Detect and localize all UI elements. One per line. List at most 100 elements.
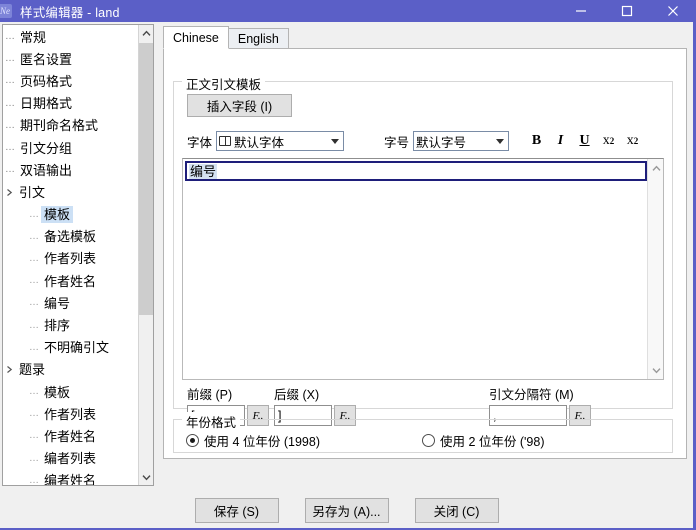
sidebar-item-3[interactable]: … 日期格式	[3, 93, 138, 115]
sidebar-item-17[interactable]: … 作者列表	[3, 403, 138, 425]
editor-scrollbar[interactable]	[647, 159, 663, 379]
font-size-value: 默认字号	[416, 135, 467, 150]
tab-chinese[interactable]: Chinese	[163, 26, 229, 49]
sidebar-scrollbar[interactable]	[138, 25, 153, 485]
sidebar-item-label: 编者列表	[44, 451, 97, 467]
sidebar-item-0[interactable]: … 常规	[3, 26, 138, 48]
underline-button[interactable]: U	[574, 131, 595, 152]
subscript-index: 2	[609, 136, 615, 146]
minimize-button[interactable]	[558, 0, 604, 22]
font-size-select[interactable]: 默认字号	[413, 131, 510, 151]
tree-twig: …	[29, 252, 39, 264]
template-field-token[interactable]: 编号	[189, 163, 218, 179]
main-panel: Chinese English 正文引文模板 插入字段 (I) 字体 默认字体	[158, 24, 692, 486]
sidebar-item-label: 不明确引文	[44, 340, 110, 356]
font-family-select[interactable]: 默认字体	[216, 131, 345, 151]
year-format-group: 年份格式 使用 4 位年份 (1998) 使用 2 位年份 ('98)	[173, 412, 673, 453]
settings-tree[interactable]: … 常规… 匿名设置… 页码格式… 日期格式… 期刊命名格式… 引文分组… 双语输出 引文… 模板…	[3, 25, 138, 485]
tab-english[interactable]: English	[227, 28, 289, 49]
sidebar-item-label: 编号	[44, 295, 71, 311]
window-title: 样式编辑器 - land	[20, 5, 120, 20]
sidebar-item-4[interactable]: … 期刊命名格式	[3, 115, 138, 137]
tree-twig: …	[29, 430, 39, 442]
tree-twig: …	[29, 386, 39, 398]
sidebar-item-8[interactable]: … 模板	[3, 204, 138, 226]
radio-four-digit-year-indicator[interactable]	[186, 434, 199, 447]
sidebar-item-label: 常规	[20, 29, 47, 45]
radio-two-digit-year[interactable]: 使用 2 位年份 ('98)	[422, 431, 545, 450]
superscript-index: 2	[633, 136, 639, 146]
sidebar-item-label: 引文	[19, 184, 46, 200]
dialog-footer: 保存 (S) 另存为 (A)... 关闭 (C)	[0, 492, 693, 528]
bold-button[interactable]: B	[526, 131, 547, 152]
font-size-label: 字号	[384, 135, 410, 150]
radio-two-digit-year-label: 使用 2 位年份 ('98)	[440, 435, 545, 449]
tree-twig: …	[29, 408, 39, 420]
font-family-value: 默认字体	[234, 135, 285, 150]
sidebar-item-13[interactable]: … 排序	[3, 314, 138, 336]
sidebar-item-label: 题录	[19, 362, 46, 378]
scroll-up-arrow[interactable]	[139, 25, 153, 41]
sidebar-item-2[interactable]: … 页码格式	[3, 70, 138, 92]
radio-two-digit-year-indicator[interactable]	[422, 434, 435, 447]
scroll-down-arrow[interactable]	[139, 469, 153, 485]
insert-field-button[interactable]: 插入字段 (I)	[187, 94, 292, 117]
sidebar-item-14[interactable]: … 不明确引文	[3, 337, 138, 359]
radio-four-digit-year[interactable]: 使用 4 位年份 (1998)	[186, 431, 320, 450]
editor-scroll-down-arrow[interactable]	[648, 362, 664, 378]
sidebar-item-7[interactable]: 引文	[3, 181, 138, 203]
citation-template-group: 正文引文模板 插入字段 (I) 字体 默认字体 字号 默认字号 B I U x …	[173, 74, 673, 426]
template-editor-active-line[interactable]: 编号	[185, 161, 647, 181]
sidebar-scroll-thumb[interactable]	[139, 43, 153, 315]
sidebar-item-label: 日期格式	[20, 96, 73, 112]
superscript-button[interactable]: x2	[622, 131, 643, 152]
sidebar-item-label: 引文分组	[20, 140, 73, 156]
title-bar: Ne 样式编辑器 - land	[0, 0, 693, 22]
subscript-glyph: x	[602, 133, 610, 148]
language-tabs[interactable]: Chinese English	[163, 26, 289, 49]
sidebar-item-label: 期刊命名格式	[20, 118, 99, 134]
sidebar-item-10[interactable]: … 作者列表	[3, 248, 138, 270]
sidebar-item-label: 作者列表	[44, 251, 97, 267]
sidebar-item-11[interactable]: … 作者姓名	[3, 270, 138, 292]
tree-twig: …	[5, 75, 15, 87]
sidebar-item-15[interactable]: 题录	[3, 359, 138, 381]
tree-twig: …	[29, 230, 39, 242]
italic-button[interactable]: I	[550, 131, 571, 152]
chevron-right-icon[interactable]	[3, 365, 16, 374]
tree-twig: …	[29, 275, 39, 287]
chevron-down-icon[interactable]	[327, 138, 343, 144]
sidebar-item-5[interactable]: … 引文分组	[3, 137, 138, 159]
close-button[interactable]	[650, 0, 693, 22]
sidebar-item-label: 排序	[44, 318, 71, 334]
separator-label: 引文分隔符 (M)	[489, 388, 574, 402]
citation-template-group-title: 正文引文模板	[182, 74, 266, 93]
sidebar-item-12[interactable]: … 编号	[3, 292, 138, 314]
sidebar-item-20[interactable]: … 编者姓名	[3, 470, 138, 485]
font-book-icon	[219, 135, 232, 148]
tree-twig: …	[5, 31, 15, 43]
sidebar-item-label: 作者姓名	[44, 273, 97, 289]
save-button[interactable]: 保存 (S)	[194, 498, 279, 523]
sidebar-item-label: 编者姓名	[44, 473, 97, 485]
font-toolbar: 字体 默认字体 字号 默认字号 B I U x 2 x 2	[187, 129, 661, 153]
close-dialog-button[interactable]: 关闭 (C)	[414, 498, 499, 523]
tree-twig: …	[5, 142, 15, 154]
sidebar-item-16[interactable]: … 模板	[3, 381, 138, 403]
sidebar-item-18[interactable]: … 作者姓名	[3, 425, 138, 447]
sidebar-item-19[interactable]: … 编者列表	[3, 448, 138, 470]
sidebar-item-6[interactable]: … 双语输出	[3, 159, 138, 181]
sidebar-item-1[interactable]: … 匿名设置	[3, 48, 138, 70]
sidebar-item-9[interactable]: … 备选模板	[3, 226, 138, 248]
sidebar-item-label: 作者姓名	[44, 428, 97, 444]
editor-scroll-up-arrow[interactable]	[648, 160, 664, 176]
chevron-right-icon[interactable]	[3, 188, 16, 197]
chevron-down-icon[interactable]	[492, 138, 508, 144]
save-as-button[interactable]: 另存为 (A)...	[304, 498, 389, 523]
sidebar-item-label: 匿名设置	[20, 51, 73, 67]
tree-twig: …	[29, 319, 39, 331]
settings-tree-panel: … 常规… 匿名设置… 页码格式… 日期格式… 期刊命名格式… 引文分组… 双语输出 引文… 模板…	[2, 24, 154, 486]
template-editor[interactable]: 编号	[183, 159, 649, 379]
subscript-button[interactable]: x2	[598, 131, 619, 152]
maximize-button[interactable]	[604, 0, 650, 22]
